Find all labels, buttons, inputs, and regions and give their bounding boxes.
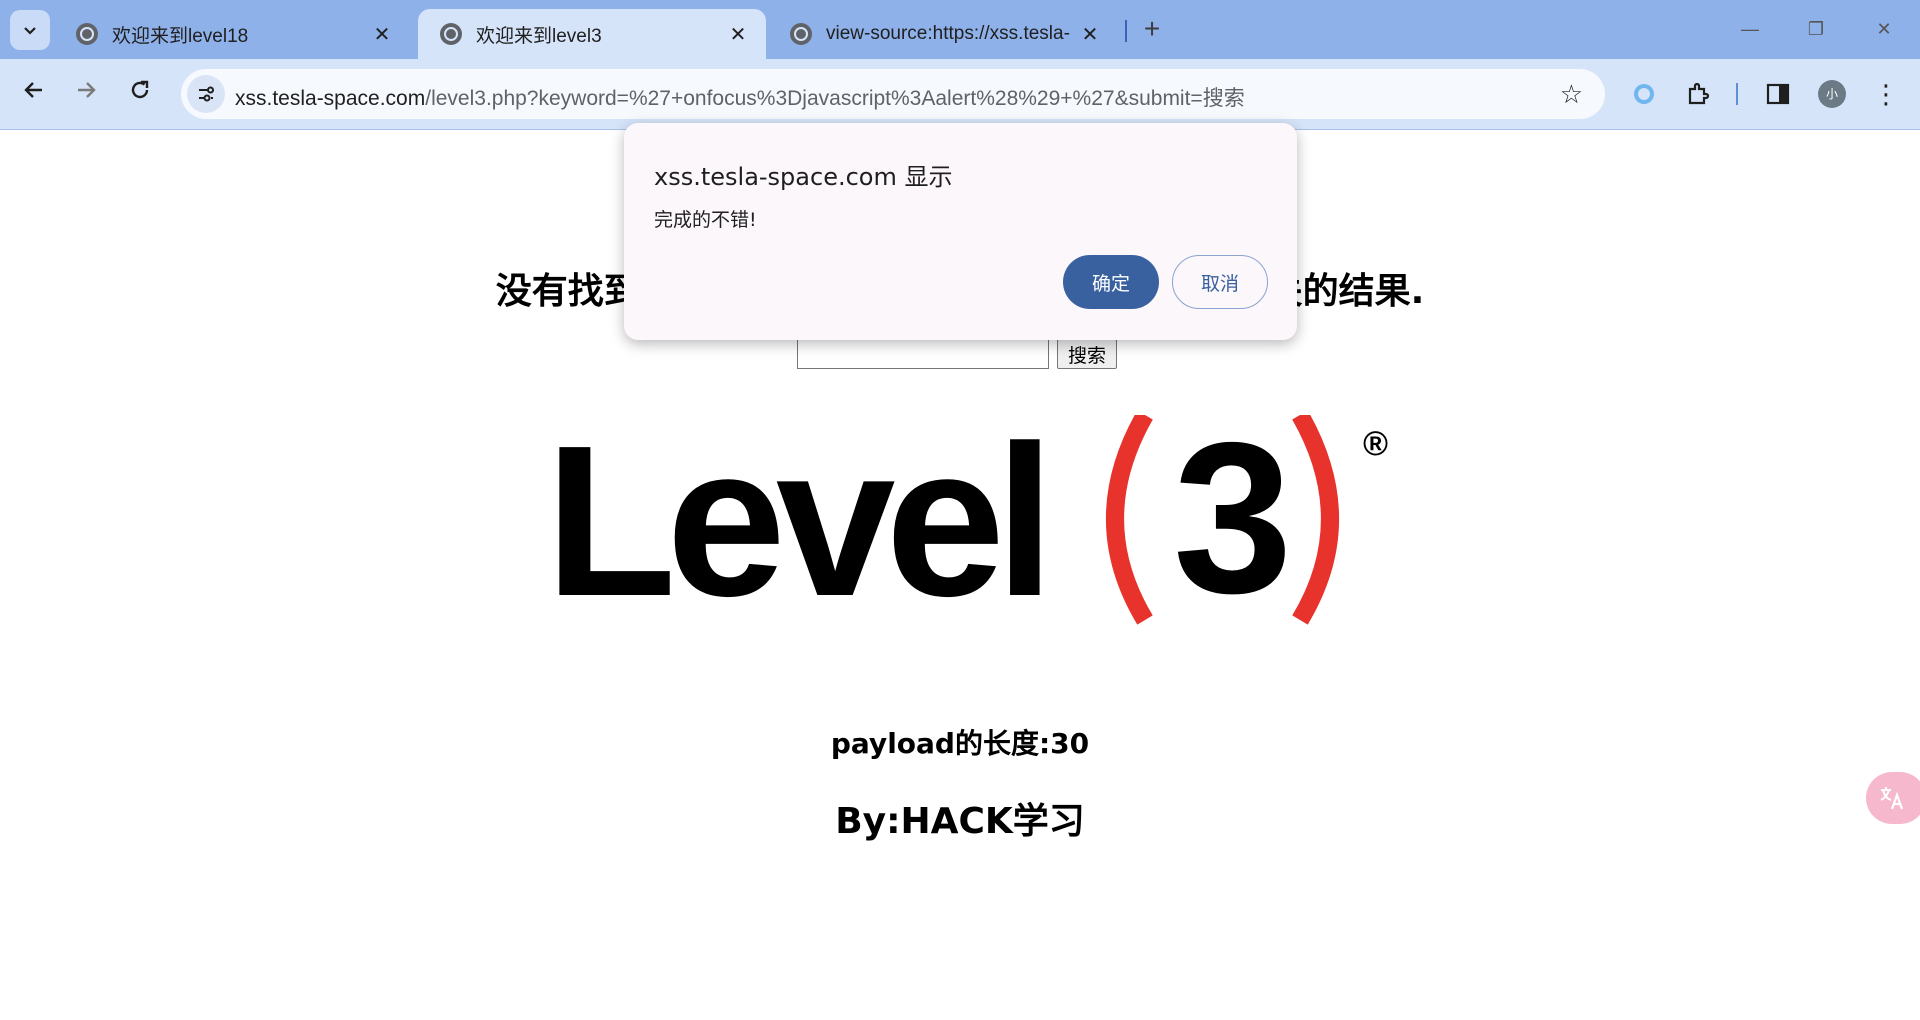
alert-dialog: xss.tesla-space.com 显示 完成的不错! 确定 取消 (624, 123, 1297, 340)
dialog-message: 完成的不错! (654, 209, 757, 231)
forward-button[interactable] (68, 76, 104, 112)
restore-button[interactable]: ❐ (1792, 10, 1840, 48)
tab-level18[interactable]: 欢迎来到level18 ✕ (54, 9, 410, 59)
tab-strip: 欢迎来到level18 ✕ 欢迎来到level3 ✕ view-source:h… (0, 0, 1920, 59)
arrow-left-icon (24, 82, 42, 98)
close-icon[interactable]: ✕ (726, 22, 750, 47)
tab-title: 欢迎来到level18 (112, 25, 249, 47)
toolbar-divider (1736, 83, 1738, 105)
cancel-button[interactable]: 取消 (1172, 255, 1268, 309)
url-path: /level3.php?keyword=%27+onfocus%3Djavasc… (425, 87, 1245, 110)
url-host: xss.tesla-space.com (235, 87, 426, 110)
globe-icon (440, 23, 462, 45)
search-form: 搜索 (797, 337, 1118, 371)
close-icon[interactable]: ✕ (1078, 22, 1102, 47)
profile-avatar[interactable]: 小 (1814, 76, 1850, 112)
menu-kebab-icon[interactable]: ⋮ (1868, 76, 1904, 112)
translate-icon[interactable] (1866, 772, 1920, 824)
tab-divider (1125, 20, 1127, 42)
globe-icon (76, 23, 98, 45)
tab-title: view-source:https://xss.tesla- (826, 23, 1070, 44)
logo-left-paren (1106, 415, 1153, 625)
registered-mark: ® (1363, 425, 1388, 463)
tune-icon (199, 86, 214, 102)
extensions-puzzle-icon[interactable] (1680, 76, 1716, 112)
reload-button[interactable] (122, 76, 158, 112)
chevron-down-icon (24, 27, 36, 35)
minimize-button[interactable]: — (1726, 10, 1774, 48)
level3-logo: Level 3 ® (545, 415, 1388, 625)
avatar: 小 (1818, 80, 1846, 108)
site-info-button[interactable] (187, 75, 225, 113)
arrow-right-icon (78, 82, 96, 98)
window-close-button[interactable]: ✕ (1860, 10, 1908, 48)
dialog-title: xss.tesla-space.com 显示 (654, 163, 953, 191)
author-credit: By:HACK学习 (835, 801, 1085, 842)
bookmark-star-icon[interactable]: ☆ (1560, 79, 1583, 110)
search-button[interactable]: 搜索 (1057, 339, 1118, 369)
search-input[interactable] (797, 339, 1049, 369)
new-tab-button[interactable]: + (1135, 12, 1169, 46)
logo-number: 3 (1173, 415, 1293, 625)
browser-toolbar: xss.tesla-space.com/level3.php?keyword=%… (0, 59, 1920, 130)
tab-level3[interactable]: 欢迎来到level3 ✕ (418, 9, 766, 59)
url-text[interactable]: xss.tesla-space.com/level3.php?keyword=%… (235, 82, 1245, 112)
tab-view-source[interactable]: view-source:https://xss.tesla- ✕ (768, 9, 1118, 59)
tab-search-button[interactable] (10, 10, 50, 50)
tab-title: 欢迎来到level3 (476, 25, 602, 47)
payload-length: payload的长度:30 (830, 727, 1090, 760)
side-panel-icon[interactable] (1760, 76, 1796, 112)
extension-circle-icon[interactable] (1626, 76, 1662, 112)
close-icon[interactable]: ✕ (370, 22, 394, 47)
reload-icon (131, 80, 149, 99)
address-bar[interactable]: xss.tesla-space.com/level3.php?keyword=%… (181, 69, 1605, 119)
logo-text: Level (545, 415, 1045, 625)
globe-icon (790, 23, 812, 45)
ok-button[interactable]: 确定 (1063, 255, 1159, 309)
logo-right-paren (1292, 415, 1339, 625)
back-button[interactable] (16, 76, 52, 112)
